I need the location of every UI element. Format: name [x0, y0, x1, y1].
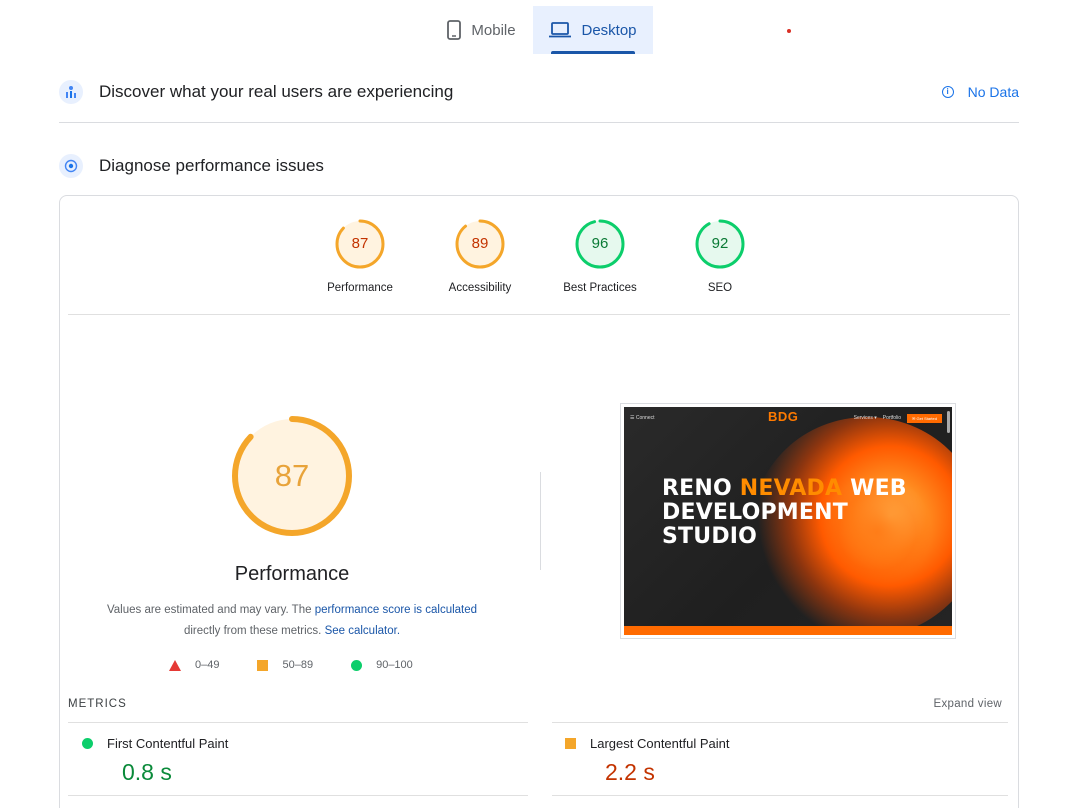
metrics-row-divider — [68, 795, 528, 796]
gauge-accessibility[interactable]: 89 Accessibility — [420, 218, 540, 294]
tab-desktop[interactable]: Desktop — [533, 6, 653, 54]
form-factor-tabs: Mobile Desktop — [430, 6, 653, 54]
metrics-row-divider — [552, 795, 1008, 796]
gauge-score: 89 — [471, 235, 489, 252]
legend-pass-label: 90–100 — [376, 659, 413, 671]
card-divider — [68, 314, 1010, 315]
performance-big-gauge: 87 — [231, 415, 353, 537]
gauge-ring: 87 — [334, 218, 386, 270]
screenshot-nav-portfolio: Portfolio — [882, 415, 902, 421]
note-prefix: Values are estimated and may vary. The — [106, 604, 315, 616]
pass-circle-icon — [82, 738, 93, 749]
screenshot-nav-button: ✉ Get Started — [907, 413, 942, 423]
phone-icon — [447, 20, 462, 40]
expand-view-button[interactable]: Expand view — [933, 698, 1002, 710]
legend-fail-label: 0–49 — [195, 659, 220, 671]
lighthouse-report-card: 87 Performance 89 Accessibility 96 Best … — [59, 195, 1019, 808]
headline-part: WEB — [842, 476, 907, 501]
gauge-score: 92 — [711, 235, 729, 252]
screenshot-scrollbar — [947, 411, 950, 433]
info-icon: i — [941, 86, 954, 98]
tab-mobile-label: Mobile — [471, 21, 516, 39]
gauge-seo[interactable]: 92 SEO — [660, 218, 780, 294]
metrics-header: METRICS — [68, 698, 127, 710]
final-screenshot: ☰ Connect Services ▾ Portfolio ✉ Get Sta… — [620, 403, 956, 639]
metric-value: 0.8 s — [122, 759, 172, 785]
gauge-score: 87 — [351, 235, 369, 252]
screenshot-logo: BDG — [768, 409, 799, 424]
score-legend: 0–49 50–89 90–100 — [169, 659, 451, 671]
gauge-label: Performance — [327, 282, 393, 294]
screenshot-headline: RENO NEVADA WEB DEVELOPMENT STUDIO — [662, 477, 907, 549]
gauge-label: SEO — [707, 282, 733, 294]
metric-value: 2.2 s — [605, 759, 655, 785]
section-divider — [59, 122, 1019, 123]
note-middle: directly from these metrics. — [183, 625, 325, 637]
metric-lcp: Largest Contentful Paint 2.2 s — [565, 736, 729, 786]
metric-name: First Contentful Paint — [107, 736, 229, 751]
headline-highlight: NEVADA — [739, 476, 843, 501]
see-calculator-link[interactable]: See calculator. — [325, 625, 400, 637]
lighthouse-icon — [59, 154, 83, 178]
square-icon — [257, 659, 269, 671]
metric-fcp: First Contentful Paint 0.8 s — [82, 736, 228, 786]
score-note: Values are estimated and may vary. The p… — [90, 600, 494, 642]
headline-line3: STUDIO — [662, 524, 758, 549]
headline-part: RENO — [662, 476, 740, 501]
gauge-label: Accessibility — [448, 282, 512, 294]
score-calculated-link[interactable]: performance score is calculated — [315, 604, 477, 616]
performance-label: Performance — [234, 563, 350, 585]
gauge-ring: 92 — [694, 218, 746, 270]
metric-name: Largest Contentful Paint — [590, 736, 730, 751]
diagnose-title: Diagnose performance issues — [99, 156, 324, 175]
gauge-ring: 89 — [454, 218, 506, 270]
legend-pass: 90–100 — [351, 659, 413, 671]
metrics-divider — [68, 722, 528, 723]
no-data-label: No Data — [967, 84, 1019, 100]
screenshot-nav-left: ☰ Connect — [630, 415, 655, 421]
category-gauges: 87 Performance 89 Accessibility 96 Best … — [60, 218, 1020, 294]
legend-average-label: 50–89 — [282, 659, 314, 671]
legend-average: 50–89 — [257, 659, 313, 671]
diagnose-section-header: Diagnose performance issues — [59, 152, 1019, 180]
gauge-label: Best Practices — [563, 282, 637, 294]
gauge-ring: 96 — [574, 218, 626, 270]
gauge-performance[interactable]: 87 Performance — [300, 218, 420, 294]
laptop-icon — [549, 22, 572, 38]
no-data-link[interactable]: i No Data — [941, 84, 1019, 100]
vertical-divider — [540, 472, 541, 570]
gauge-best-practices[interactable]: 96 Best Practices — [540, 218, 660, 294]
triangle-icon — [169, 659, 181, 671]
screenshot-bottom-bar — [624, 626, 952, 635]
tab-desktop-label: Desktop — [581, 21, 637, 39]
legend-fail: 0–49 — [169, 659, 219, 671]
average-square-icon — [565, 738, 576, 749]
tab-mobile[interactable]: Mobile — [430, 6, 533, 54]
red-dot-marker — [787, 29, 791, 33]
screenshot-nav-services: Services ▾ — [853, 415, 877, 421]
headline-line2: DEVELOPMENT — [662, 500, 848, 525]
crux-title: Discover what your real users are experi… — [99, 82, 454, 101]
screenshot-image: ☰ Connect Services ▾ Portfolio ✉ Get Sta… — [624, 407, 952, 635]
gauge-score: 96 — [591, 235, 609, 252]
crux-section-header: Discover what your real users are experi… — [59, 78, 1019, 106]
circle-icon — [351, 659, 363, 671]
performance-score: 87 — [274, 458, 310, 493]
users-chart-icon — [59, 80, 83, 104]
screenshot-nav-right: Services ▾ Portfolio ✉ Get Started — [853, 413, 942, 423]
metrics-divider — [552, 722, 1008, 723]
